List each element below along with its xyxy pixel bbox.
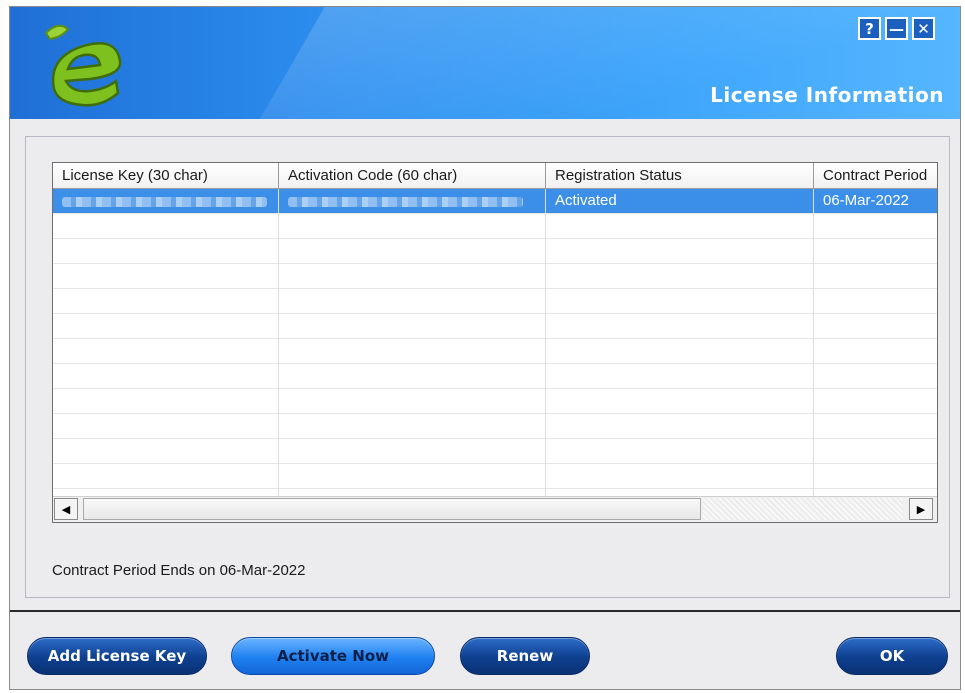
close-button[interactable]: ✕ xyxy=(912,17,935,40)
column-header-contract-period[interactable]: Contract Period xyxy=(814,163,937,189)
table-body: License Key (30 char) Activation Code (6… xyxy=(53,163,937,496)
empty-table-cell[interactable] xyxy=(53,239,279,264)
empty-table-cell[interactable] xyxy=(53,389,279,414)
empty-table-cell[interactable] xyxy=(53,464,279,489)
empty-table-cell[interactable] xyxy=(546,239,814,264)
column-header-license-key[interactable]: License Key (30 char) xyxy=(53,163,279,189)
license-table: License Key (30 char) Activation Code (6… xyxy=(52,162,938,523)
scroll-left-icon[interactable]: ◀ xyxy=(54,498,78,520)
empty-table-cell[interactable] xyxy=(53,364,279,389)
empty-table-cell[interactable] xyxy=(546,214,814,239)
activate-now-button[interactable]: Activate Now xyxy=(231,637,435,675)
license-panel: License Key (30 char) Activation Code (6… xyxy=(25,136,950,598)
table-row-registration-status[interactable]: Activated xyxy=(546,189,814,214)
empty-table-cell[interactable] xyxy=(546,489,814,496)
scroll-track[interactable] xyxy=(703,498,903,520)
column-header-registration-status[interactable]: Registration Status xyxy=(546,163,814,189)
empty-table-cell[interactable] xyxy=(279,214,546,239)
empty-table-cell[interactable] xyxy=(53,339,279,364)
empty-table-cell[interactable] xyxy=(279,239,546,264)
table-row-contract-period[interactable]: 06-Mar-2022 xyxy=(814,189,937,214)
empty-table-cell[interactable] xyxy=(546,389,814,414)
empty-table-cell[interactable] xyxy=(546,364,814,389)
empty-table-cell[interactable] xyxy=(546,314,814,339)
empty-table-cell[interactable] xyxy=(279,489,546,496)
empty-table-cell[interactable] xyxy=(814,339,937,364)
table-row-activation-code[interactable] xyxy=(279,189,546,214)
license-dialog: ? — ✕ License Information License Key (3… xyxy=(9,6,961,690)
scroll-thumb[interactable] xyxy=(83,498,701,520)
empty-table-cell[interactable] xyxy=(279,314,546,339)
minimize-button[interactable]: — xyxy=(885,17,908,40)
empty-table-cell[interactable] xyxy=(814,214,937,239)
empty-table-cell[interactable] xyxy=(279,339,546,364)
empty-table-cell[interactable] xyxy=(814,264,937,289)
empty-table-cell[interactable] xyxy=(814,389,937,414)
dialog-title: License Information xyxy=(710,83,944,107)
empty-table-cell[interactable] xyxy=(546,439,814,464)
contract-period-text: Contract Period Ends on 06-Mar-2022 xyxy=(52,562,306,579)
empty-table-cell[interactable] xyxy=(814,239,937,264)
empty-table-cell[interactable] xyxy=(546,264,814,289)
empty-table-cell[interactable] xyxy=(814,489,937,496)
help-button[interactable]: ? xyxy=(858,17,881,40)
empty-table-cell[interactable] xyxy=(53,264,279,289)
empty-table-cell[interactable] xyxy=(814,414,937,439)
empty-table-cell[interactable] xyxy=(546,339,814,364)
empty-table-cell[interactable] xyxy=(53,289,279,314)
empty-table-cell[interactable] xyxy=(53,439,279,464)
column-header-activation-code[interactable]: Activation Code (60 char) xyxy=(279,163,546,189)
blurred-activation-code xyxy=(288,197,523,207)
empty-table-cell[interactable] xyxy=(53,414,279,439)
empty-table-cell[interactable] xyxy=(279,439,546,464)
scroll-right-icon[interactable]: ▶ xyxy=(909,498,933,520)
dialog-header: ? — ✕ License Information xyxy=(10,7,960,119)
empty-table-cell[interactable] xyxy=(814,289,937,314)
empty-table-cell[interactable] xyxy=(814,314,937,339)
empty-table-cell[interactable] xyxy=(814,439,937,464)
empty-table-cell[interactable] xyxy=(53,489,279,496)
empty-table-cell[interactable] xyxy=(546,289,814,314)
empty-table-cell[interactable] xyxy=(546,464,814,489)
empty-table-cell[interactable] xyxy=(279,364,546,389)
empty-table-cell[interactable] xyxy=(279,289,546,314)
renew-button[interactable]: Renew xyxy=(460,637,590,675)
empty-table-cell[interactable] xyxy=(814,464,937,489)
blurred-license-key xyxy=(62,197,267,207)
empty-table-cell[interactable] xyxy=(546,414,814,439)
empty-table-cell[interactable] xyxy=(279,389,546,414)
footer-divider xyxy=(10,610,960,612)
e-logo-icon xyxy=(44,24,122,107)
empty-table-cell[interactable] xyxy=(53,314,279,339)
horizontal-scrollbar[interactable]: ◀ ▶ xyxy=(53,496,937,522)
empty-table-cell[interactable] xyxy=(279,464,546,489)
empty-table-cell[interactable] xyxy=(814,364,937,389)
empty-table-cell[interactable] xyxy=(279,414,546,439)
ok-button[interactable]: OK xyxy=(836,637,948,675)
add-license-key-button[interactable]: Add License Key xyxy=(27,637,207,675)
empty-table-cell[interactable] xyxy=(53,214,279,239)
table-row-license-key[interactable] xyxy=(53,189,279,214)
empty-table-cell[interactable] xyxy=(279,264,546,289)
